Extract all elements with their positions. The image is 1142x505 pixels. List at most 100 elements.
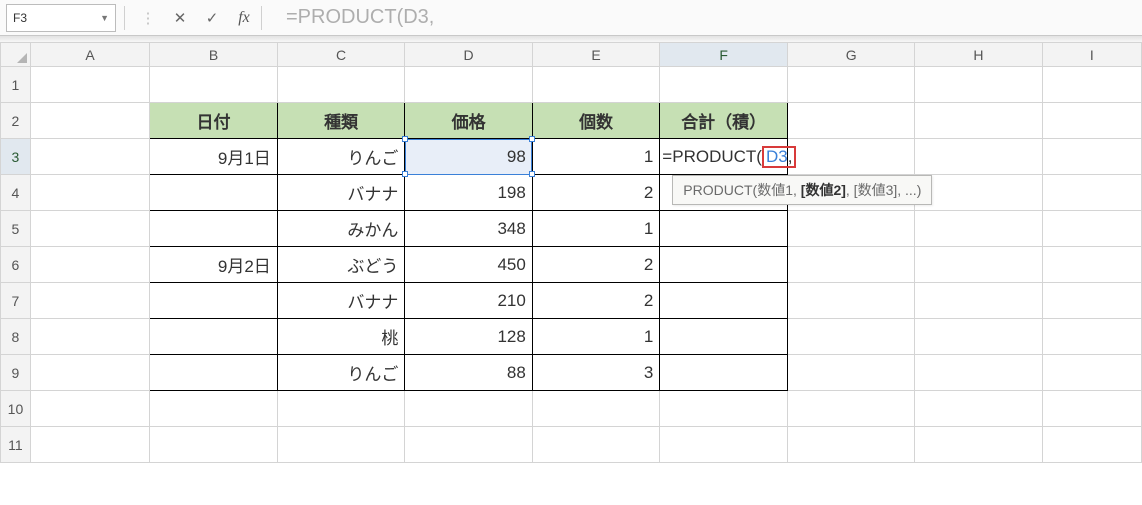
cell-E10[interactable] xyxy=(532,391,659,427)
row-header-10[interactable]: 10 xyxy=(1,391,31,427)
cell-F9[interactable] xyxy=(660,355,788,391)
cell-E8[interactable]: 1 xyxy=(532,319,659,355)
cell-F7[interactable] xyxy=(660,283,788,319)
cell-I11[interactable] xyxy=(1042,427,1141,463)
cell-C9[interactable]: りんご xyxy=(277,355,405,391)
cell-I5[interactable] xyxy=(1042,211,1141,247)
cell-E1[interactable] xyxy=(532,67,659,103)
cell-A3[interactable] xyxy=(30,139,149,175)
cell-D4[interactable]: 198 xyxy=(405,175,532,211)
cell-B8[interactable] xyxy=(150,319,278,355)
cell-D2[interactable]: 価格 xyxy=(405,103,532,139)
cell-A10[interactable] xyxy=(30,391,149,427)
cell-H9[interactable] xyxy=(915,355,1042,391)
cell-B7[interactable] xyxy=(150,283,278,319)
cell-F10[interactable] xyxy=(660,391,788,427)
col-header-C[interactable]: C xyxy=(277,43,405,67)
cell-I6[interactable] xyxy=(1042,247,1141,283)
cell-F4[interactable] xyxy=(660,175,788,211)
cell-A9[interactable] xyxy=(30,355,149,391)
cell-F1[interactable] xyxy=(660,67,788,103)
cell-H1[interactable] xyxy=(915,67,1042,103)
select-all-corner[interactable] xyxy=(1,43,31,67)
cell-B2[interactable]: 日付 xyxy=(150,103,278,139)
cell-A6[interactable] xyxy=(30,247,149,283)
row-header-6[interactable]: 6 xyxy=(1,247,31,283)
cell-H8[interactable] xyxy=(915,319,1042,355)
cell-G1[interactable] xyxy=(788,67,915,103)
cell-E9[interactable]: 3 xyxy=(532,355,659,391)
fx-icon[interactable]: fx xyxy=(235,9,253,27)
cell-I4[interactable] xyxy=(1042,175,1141,211)
cell-F3[interactable]: =PRODUCT(D3, PRODUCT(数値1, [数値2], [数値3], … xyxy=(660,139,788,175)
cell-E2[interactable]: 個数 xyxy=(532,103,659,139)
cell-G10[interactable] xyxy=(788,391,915,427)
cell-H6[interactable] xyxy=(915,247,1042,283)
cell-E7[interactable]: 2 xyxy=(532,283,659,319)
cell-D9[interactable]: 88 xyxy=(405,355,532,391)
cell-H3[interactable] xyxy=(915,139,1042,175)
cell-D8[interactable]: 128 xyxy=(405,319,532,355)
cell-B10[interactable] xyxy=(150,391,278,427)
cell-H4[interactable] xyxy=(915,175,1042,211)
cell-A7[interactable] xyxy=(30,283,149,319)
row-header-8[interactable]: 8 xyxy=(1,319,31,355)
col-header-F[interactable]: F xyxy=(660,43,788,67)
col-header-G[interactable]: G xyxy=(788,43,915,67)
cell-C11[interactable] xyxy=(277,427,405,463)
cell-D7[interactable]: 210 xyxy=(405,283,532,319)
cell-B4[interactable] xyxy=(150,175,278,211)
cell-G2[interactable] xyxy=(788,103,915,139)
cell-B11[interactable] xyxy=(150,427,278,463)
cell-F2[interactable]: 合計（積） xyxy=(660,103,788,139)
cell-C2[interactable]: 種類 xyxy=(277,103,405,139)
cell-F6[interactable] xyxy=(660,247,788,283)
row-header-5[interactable]: 5 xyxy=(1,211,31,247)
cell-C3[interactable]: りんご xyxy=(277,139,405,175)
cell-C4[interactable]: バナナ xyxy=(277,175,405,211)
cell-A11[interactable] xyxy=(30,427,149,463)
cell-I2[interactable] xyxy=(1042,103,1141,139)
row-header-11[interactable]: 11 xyxy=(1,427,31,463)
cell-H2[interactable] xyxy=(915,103,1042,139)
cell-D1[interactable] xyxy=(405,67,532,103)
cell-G5[interactable] xyxy=(788,211,915,247)
range-handle[interactable] xyxy=(402,136,408,142)
name-box[interactable]: F3 ▼ xyxy=(6,4,116,32)
row-header-4[interactable]: 4 xyxy=(1,175,31,211)
cancel-icon[interactable]: ✕ xyxy=(171,9,189,27)
editing-formula[interactable]: =PRODUCT(D3, xyxy=(660,139,796,174)
cell-C7[interactable]: バナナ xyxy=(277,283,405,319)
cell-G11[interactable] xyxy=(788,427,915,463)
cell-B3[interactable]: 9月1日 xyxy=(150,139,278,175)
col-header-B[interactable]: B xyxy=(150,43,278,67)
cell-D3[interactable]: 98 xyxy=(405,139,532,175)
cell-C10[interactable] xyxy=(277,391,405,427)
col-header-E[interactable]: E xyxy=(532,43,659,67)
cell-A2[interactable] xyxy=(30,103,149,139)
cell-H7[interactable] xyxy=(915,283,1042,319)
cell-G3[interactable] xyxy=(788,139,915,175)
cell-A1[interactable] xyxy=(30,67,149,103)
cell-E4[interactable]: 2 xyxy=(532,175,659,211)
spreadsheet-grid[interactable]: A B C D E F G H I 1 2 日付 種類 価格 個数 合計（積） … xyxy=(0,42,1142,463)
cell-F8[interactable] xyxy=(660,319,788,355)
cell-I7[interactable] xyxy=(1042,283,1141,319)
formula-input[interactable]: =PRODUCT(D3, xyxy=(286,6,1142,29)
cell-I9[interactable] xyxy=(1042,355,1141,391)
cell-H11[interactable] xyxy=(915,427,1042,463)
enter-icon[interactable]: ✓ xyxy=(203,9,221,27)
cell-G7[interactable] xyxy=(788,283,915,319)
cell-E11[interactable] xyxy=(532,427,659,463)
cell-D11[interactable] xyxy=(405,427,532,463)
cell-D10[interactable] xyxy=(405,391,532,427)
row-header-7[interactable]: 7 xyxy=(1,283,31,319)
cell-C8[interactable]: 桃 xyxy=(277,319,405,355)
row-header-2[interactable]: 2 xyxy=(1,103,31,139)
cell-A8[interactable] xyxy=(30,319,149,355)
cell-E6[interactable]: 2 xyxy=(532,247,659,283)
cell-G6[interactable] xyxy=(788,247,915,283)
col-header-I[interactable]: I xyxy=(1042,43,1141,67)
cell-G9[interactable] xyxy=(788,355,915,391)
cell-F11[interactable] xyxy=(660,427,788,463)
